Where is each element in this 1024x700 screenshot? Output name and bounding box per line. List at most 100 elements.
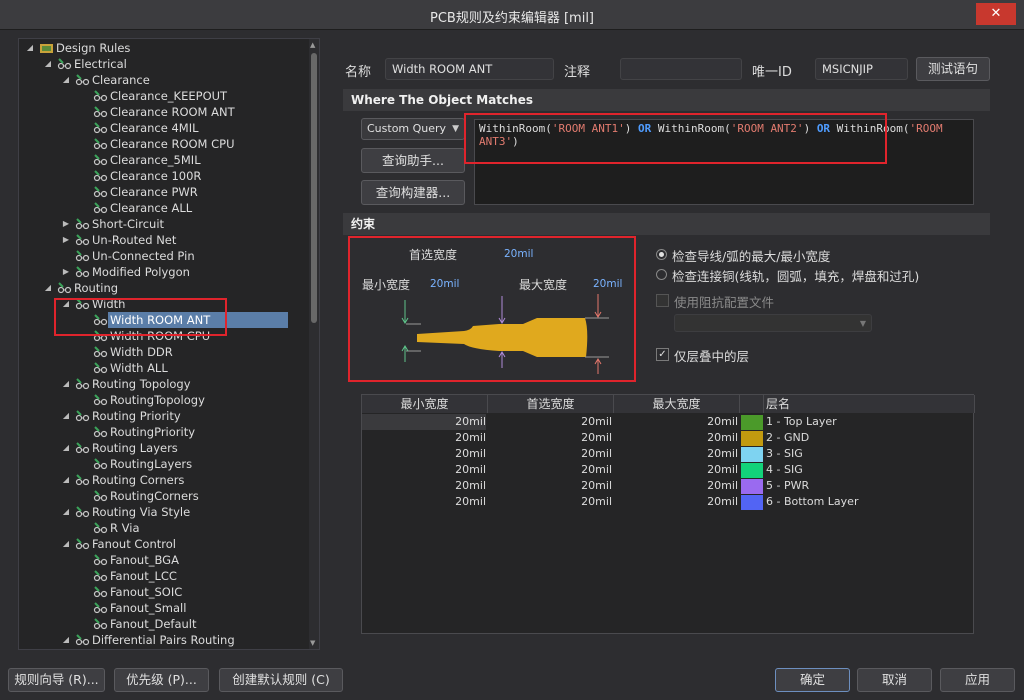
tree-item[interactable]: ◢ Design Rules [19,40,309,56]
tree-item[interactable]: Clearance 100R [19,168,309,184]
tree-item[interactable]: RoutingPriority [19,424,309,440]
chevron-expanded-icon[interactable]: ◢ [43,56,53,72]
query-builder-button[interactable]: 查询构建器... [361,180,465,205]
scroll-down-icon[interactable]: ▼ [310,639,315,647]
preferred-width-cell[interactable]: 20mil [488,494,612,510]
tree-item[interactable]: Clearance PWR [19,184,309,200]
ok-button[interactable]: 确定 [775,668,850,692]
tree-item[interactable]: Clearance ALL [19,200,309,216]
impedance-profile-dropdown[interactable]: ▼ [674,314,872,332]
chevron-expanded-icon[interactable]: ◢ [61,536,71,552]
chevron-expanded-icon[interactable]: ◢ [43,280,53,296]
tree-item[interactable]: ◢ Differential Pairs Routing [19,632,309,648]
tree-item[interactable]: Clearance_5MIL [19,152,309,168]
max-width-cell[interactable]: 20mil [614,478,738,494]
uid-field[interactable]: MSICNJIP [815,58,908,80]
tree-item[interactable]: ◢ Routing Corners [19,472,309,488]
radio-unselected-icon[interactable] [656,269,667,280]
scrollbar-thumb[interactable] [311,53,317,323]
column-header-layer[interactable]: 层名 [764,395,975,413]
preferred-width-cell[interactable]: 20mil [488,446,612,462]
tree-item[interactable]: RoutingTopology [19,392,309,408]
query-editor[interactable]: WithinRoom('ROOM ANT1') OR WithinRoom('R… [474,119,974,205]
tree-item[interactable]: RoutingCorners [19,488,309,504]
tree-item[interactable]: Fanout_Small [19,600,309,616]
tree-item[interactable]: Width ROOM ANT [19,312,309,328]
tree-item[interactable]: ▶ Un-Routed Net [19,232,309,248]
radio-check-copper[interactable]: 检查连接铜(线轨，圆弧，填充，焊盘和过孔) [656,266,919,285]
tree-item[interactable]: ◢ Fanout Control [19,536,309,552]
rule-wizard-button[interactable]: 规则向导 (R)... [8,668,105,692]
tree-item[interactable]: ◢ Routing [19,280,309,296]
tree-item[interactable]: Un-Connected Pin [19,248,309,264]
chevron-expanded-icon[interactable]: ◢ [61,408,71,424]
tree-item[interactable]: ▶ Short-Circuit [19,216,309,232]
tree-item[interactable]: ◢ Electrical [19,56,309,72]
layer-name-cell[interactable]: 4 - SIG [766,462,966,478]
layer-name-cell[interactable]: 2 - GND [766,430,966,446]
tree-item[interactable]: Width ALL [19,360,309,376]
tree-item[interactable]: ◢ Routing Priority [19,408,309,424]
chevron-expanded-icon[interactable]: ◢ [61,632,71,648]
comment-field[interactable] [620,58,742,80]
scroll-up-icon[interactable]: ▲ [310,41,315,49]
chevron-right-icon[interactable]: ▶ [61,264,71,280]
radio-check-trace[interactable]: 检查导线/弧的最大/最小宽度 [656,246,830,265]
layer-width-table[interactable]: 最小宽度 首选宽度 最大宽度 层名 20mil 20mil 20mil 1 - Top… [361,394,975,634]
chevron-right-icon[interactable]: ▶ [61,232,71,248]
chevron-expanded-icon[interactable]: ◢ [61,376,71,392]
chevron-expanded-icon[interactable]: ◢ [61,472,71,488]
column-header-color[interactable] [740,395,764,413]
tree-item[interactable]: R Via [19,520,309,536]
tree-item[interactable]: ▶ Modified Polygon [19,264,309,280]
cancel-button[interactable]: 取消 [857,668,932,692]
min-width-cell[interactable]: 20mil [362,478,486,494]
test-query-button[interactable]: 测试语句 [916,57,990,81]
tree-item[interactable]: ◢ Routing Via Style [19,504,309,520]
max-width-cell[interactable]: 20mil [614,462,738,478]
max-width-cell[interactable]: 20mil [614,430,738,446]
tree-item[interactable]: Width ROOM CPU [19,328,309,344]
tree-item[interactable]: Clearance 4MIL [19,120,309,136]
tree-item[interactable]: Width DDR [19,344,309,360]
chevron-right-icon[interactable]: ▶ [61,216,71,232]
name-field[interactable]: Width ROOM ANT [385,58,554,80]
impedance-checkbox[interactable] [656,294,669,307]
tree-item[interactable]: Fanout_Default [19,616,309,632]
tree-item[interactable]: RoutingLayers [19,456,309,472]
chevron-expanded-icon[interactable]: ◢ [25,40,35,56]
min-width-cell[interactable]: 20mil [362,446,486,462]
column-header-preferred[interactable]: 首选宽度 [488,395,614,413]
close-icon[interactable]: ✕ [976,3,1016,25]
tree-item[interactable]: Fanout_LCC [19,568,309,584]
chevron-expanded-icon[interactable]: ◢ [61,504,71,520]
query-helper-button[interactable]: 查询助手... [361,148,465,173]
tree-item[interactable]: ◢ Width [19,296,309,312]
max-width-cell[interactable]: 20mil [614,446,738,462]
tree-item[interactable]: Clearance ROOM CPU [19,136,309,152]
layer-name-cell[interactable]: 6 - Bottom Layer [766,494,966,510]
tree-item[interactable]: Clearance_KEEPOUT [19,88,309,104]
preferred-width-cell[interactable]: 20mil [488,478,612,494]
max-width-cell[interactable]: 20mil [614,414,738,430]
priority-button[interactable]: 优先级 (P)... [114,668,209,692]
max-width-cell[interactable]: 20mil [614,494,738,510]
tree-item[interactable]: Fanout_SOIC [19,584,309,600]
tree-item[interactable]: Clearance ROOM ANT [19,104,309,120]
chevron-expanded-icon[interactable]: ◢ [61,296,71,312]
tree-item[interactable]: Fanout_BGA [19,552,309,568]
min-width-cell[interactable]: 20mil [362,430,486,446]
min-width-cell[interactable]: 20mil [362,462,486,478]
layer-name-cell[interactable]: 3 - SIG [766,446,966,462]
min-width-cell[interactable]: 20mil [362,494,486,510]
radio-selected-icon[interactable] [656,249,667,260]
chevron-expanded-icon[interactable]: ◢ [61,440,71,456]
column-header-max[interactable]: 最大宽度 [614,395,740,413]
create-default-rules-button[interactable]: 创建默认规则 (C) [219,668,343,692]
preferred-width-cell[interactable]: 20mil [488,414,612,430]
column-header-min[interactable]: 最小宽度 [362,395,488,413]
layer-name-cell[interactable]: 1 - Top Layer [766,414,966,430]
preferred-width-cell[interactable]: 20mil [488,430,612,446]
rules-tree[interactable]: ◢ Design Rules ◢ Electrical ◢ Clearance Cleara… [18,38,320,650]
layer-stack-checkbox[interactable]: ✓ [656,348,669,361]
